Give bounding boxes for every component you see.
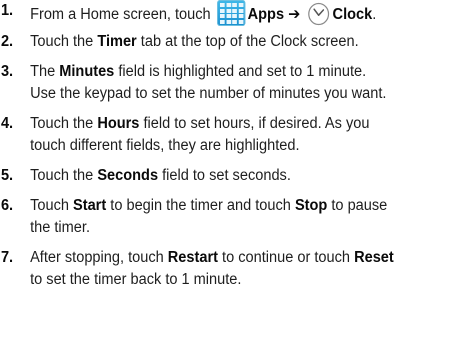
apps-grid-cell [238, 14, 244, 19]
apps-grid-cell [232, 3, 238, 7]
step-number: 4. [0, 115, 14, 132]
apps-grid-cell [226, 14, 232, 19]
apps-grid-icon [217, 0, 246, 26]
apps-grid-cell [220, 14, 226, 19]
step-number: 1. [0, 2, 14, 19]
apps-grid-cell [226, 8, 232, 13]
step-text: Touch the Seconds field to set seconds. [30, 167, 291, 184]
apps-grid-cell [232, 14, 238, 19]
restart-label: Restart [167, 249, 218, 266]
step-number: 2. [0, 33, 14, 50]
step-number: 3. [0, 63, 14, 80]
step-number: 5. [0, 167, 14, 184]
step-text: The Minutes field is highlighted and set… [30, 63, 387, 102]
timer-label: Timer [97, 33, 137, 50]
apps-grid-cell [220, 3, 226, 7]
step-text: Touch Start to begin the timer and touch… [30, 197, 388, 236]
hours-label: Hours [97, 115, 140, 132]
apps-label: Apps [247, 6, 285, 23]
apps-grid-cell [220, 8, 226, 13]
apps-grid-cell [220, 19, 226, 24]
apps-grid-cell [232, 19, 238, 24]
step-number: 7. [0, 249, 14, 266]
timer-instructions: 1. From a Home screen, touch Apps ➔ Cloc… [0, 0, 476, 338]
apps-grid-cell [238, 8, 244, 13]
clock-label: Clock [332, 6, 373, 23]
clock-icon [307, 2, 329, 26]
apps-grid-cell [226, 3, 232, 7]
apps-grid-cell [232, 8, 238, 13]
step-text: After stopping, touch Restart to continu… [30, 249, 394, 288]
apps-grid-cell [226, 19, 232, 24]
stop-label: Stop [294, 197, 328, 214]
apps-grid-cell [238, 19, 244, 24]
step-text: Touch the Hours field to set hours, if d… [30, 115, 370, 154]
start-label: Start [73, 197, 107, 214]
step-number: 6. [0, 197, 14, 214]
reset-label: Reset [354, 249, 394, 266]
step-text: Touch the Timer tab at the top of the Cl… [30, 33, 359, 50]
seconds-label: Seconds [97, 167, 159, 184]
minutes-label: Minutes [59, 63, 115, 80]
apps-grid-cell [238, 3, 244, 7]
step-text: From a Home screen, touch Apps ➔ Clock. [30, 0, 470, 26]
arrow-glyph: ➔ [284, 6, 305, 23]
